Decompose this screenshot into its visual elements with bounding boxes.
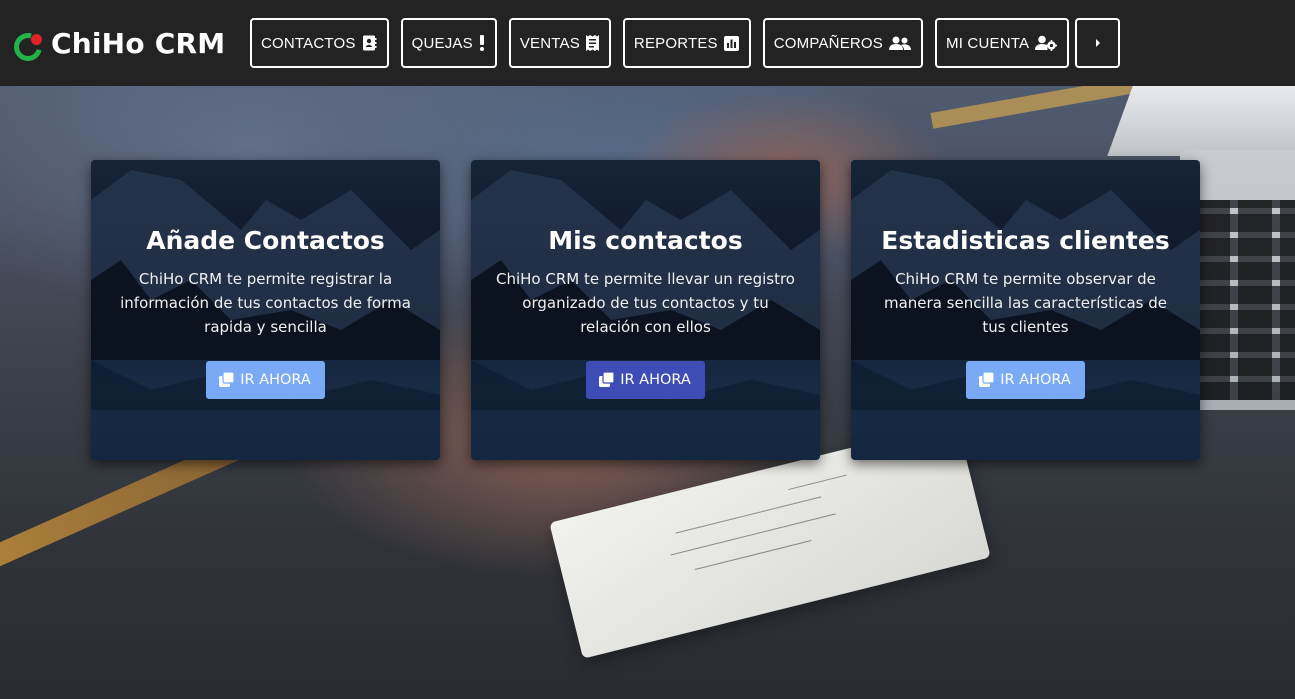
go-now-button[interactable]: IR AHORA <box>966 361 1085 399</box>
feature-card-add-contacts: Añade Contactos ChiHo CRM te permite reg… <box>91 160 440 460</box>
nav-item-label: MI CUENTA <box>946 34 1030 52</box>
card-title: Estadisticas clientes <box>881 226 1170 255</box>
clone-icon <box>599 372 615 388</box>
nav-item-ventas[interactable]: VENTAS <box>508 18 611 68</box>
feature-card-client-stats: Estadisticas clientes ChiHo CRM te permi… <box>851 160 1200 460</box>
go-now-button[interactable]: IR AHORA <box>206 361 325 399</box>
users-icon <box>889 36 911 50</box>
card-description: ChiHo CRM te permite observar de manera … <box>884 270 1167 336</box>
clone-icon <box>979 372 995 388</box>
feature-card-my-contacts: Mis contactos ChiHo CRM te permite lleva… <box>471 160 820 460</box>
nav-item-mi-cuenta[interactable]: MI CUENTA <box>935 18 1070 68</box>
nav-item-label: VENTAS <box>519 34 580 52</box>
brand-link[interactable]: ChiHo CRM <box>8 24 226 67</box>
users-cog-icon <box>1035 35 1058 51</box>
receipt-icon <box>585 35 599 51</box>
brand-name: ChiHo CRM <box>51 27 226 60</box>
nav-item-reportes[interactable]: REPORTES <box>622 18 751 68</box>
exclamation-icon <box>479 35 485 51</box>
nav-item-label: COMPAÑEROS <box>773 34 883 52</box>
chart-bar-icon <box>723 35 739 51</box>
top-navbar: ChiHo CRM CONTACTOS QUEJAS VENTAS REPORT… <box>0 0 1295 86</box>
go-now-button[interactable]: IR AHORA <box>586 361 705 399</box>
button-label: IR AHORA <box>620 372 691 388</box>
card-title: Añade Contactos <box>146 226 385 255</box>
nav-item-label: REPORTES <box>633 34 718 52</box>
card-title: Mis contactos <box>548 226 743 255</box>
card-description: ChiHo CRM te permite llevar un registro … <box>496 270 795 336</box>
button-label: IR AHORA <box>1000 372 1071 388</box>
nav-item-contactos[interactable]: CONTACTOS <box>250 18 389 68</box>
background-laptop-edge <box>1107 86 1295 156</box>
main-nav: CONTACTOS QUEJAS VENTAS REPORTES COMPAÑE… <box>250 18 1121 68</box>
caret-right-icon <box>1095 38 1101 48</box>
chiho-logo-icon <box>8 27 48 67</box>
card-description: ChiHo CRM te permite registrar la inform… <box>120 270 411 336</box>
button-label: IR AHORA <box>240 372 311 388</box>
nav-item-label: CONTACTOS <box>261 34 356 52</box>
nav-item-label: QUEJAS <box>411 34 473 52</box>
clone-icon <box>219 372 235 388</box>
nav-item-companeros[interactable]: COMPAÑEROS <box>762 18 923 68</box>
nav-more-button[interactable] <box>1075 18 1121 68</box>
nav-item-quejas[interactable]: QUEJAS <box>400 18 497 68</box>
address-book-icon <box>362 35 377 51</box>
